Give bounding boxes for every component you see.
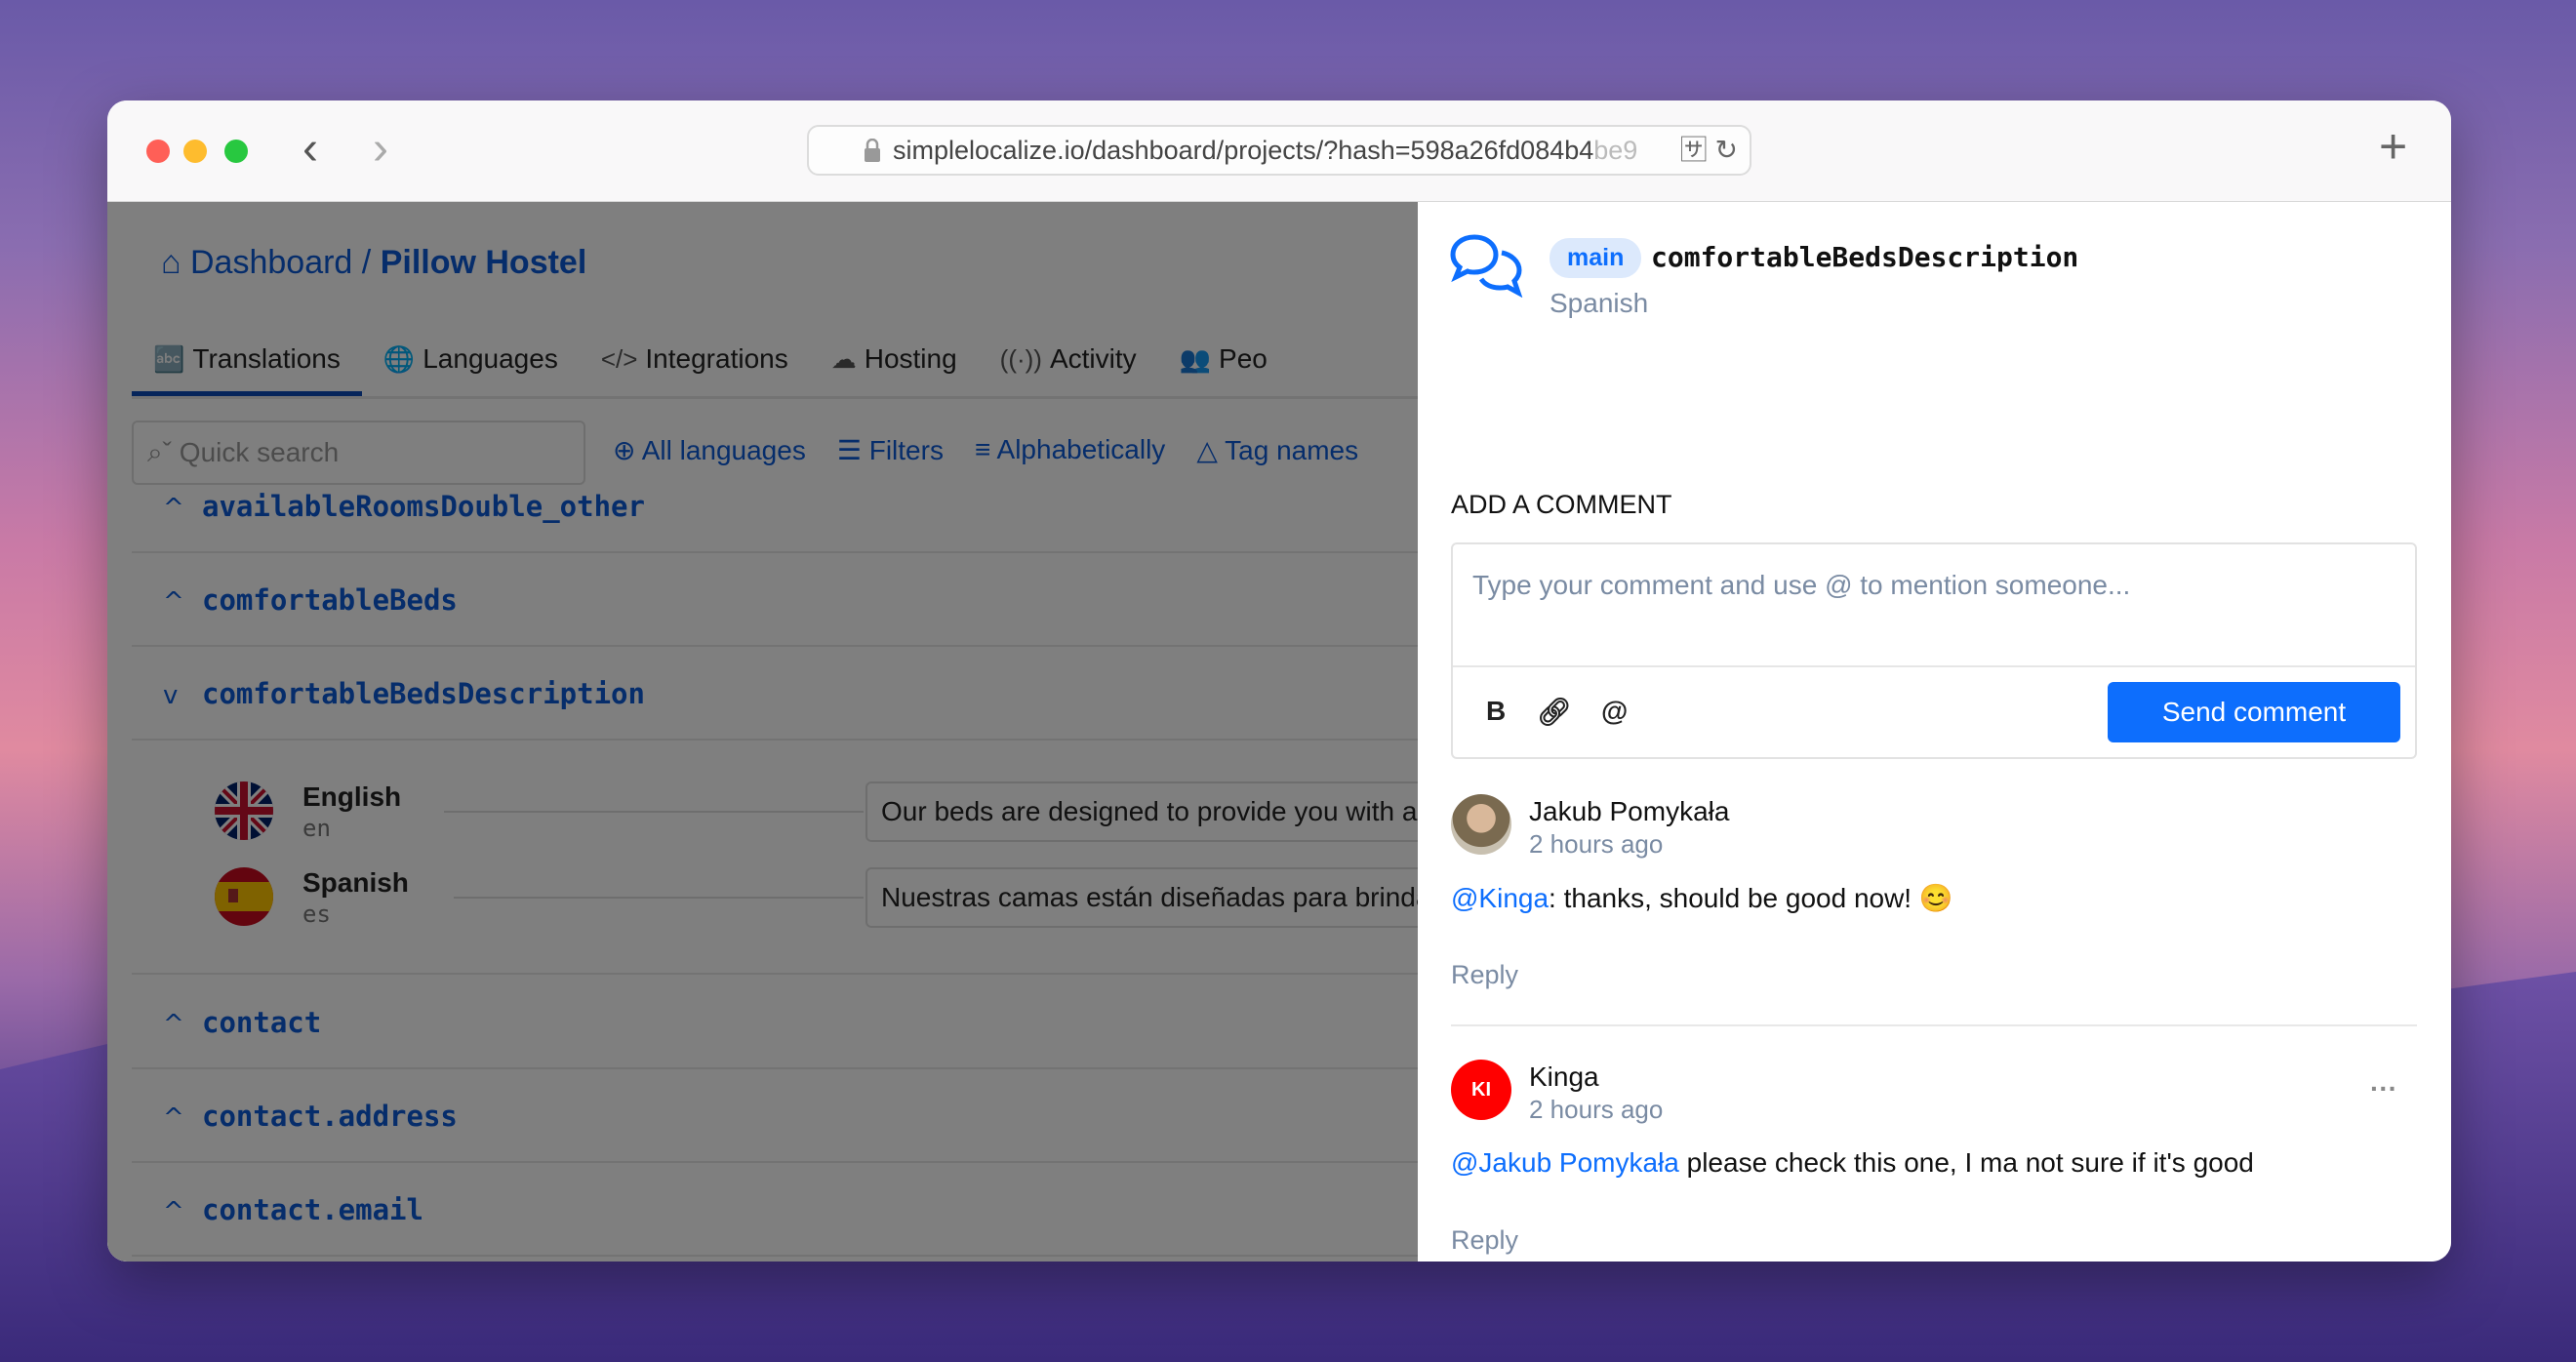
language-subtitle: Spanish: [1550, 288, 1649, 318]
translations-page: ⌂ Dashboard / Pillow Hostel 🔤Translation…: [107, 202, 1418, 1262]
comment-author: Kinga: [1529, 1062, 1599, 1092]
more-options-icon[interactable]: ···: [2370, 1073, 2397, 1104]
close-button[interactable]: [146, 140, 170, 163]
comments-icon: [1450, 234, 1523, 298]
avatar: KI: [1451, 1060, 1511, 1120]
mention-icon[interactable]: @: [1601, 696, 1628, 727]
lock-icon: [865, 139, 880, 162]
address-bar[interactable]: simplelocalize.io/dashboard/projects/?ha…: [807, 125, 1751, 176]
reply-button[interactable]: Reply: [1451, 960, 1518, 990]
reload-icon[interactable]: ↻: [1715, 135, 1738, 165]
avatar: [1451, 794, 1511, 855]
back-button[interactable]: ‹: [302, 122, 318, 176]
send-comment-button[interactable]: Send comment: [2108, 682, 2400, 742]
new-tab-button[interactable]: +: [2379, 118, 2407, 175]
bold-button[interactable]: B: [1486, 696, 1506, 727]
mention-link[interactable]: @Jakub Pomykała: [1451, 1147, 1679, 1178]
translate-icon[interactable]: 🈂: [1680, 135, 1708, 165]
forward-button[interactable]: ›: [373, 122, 388, 176]
url-text: simplelocalize.io/dashboard/projects/?ha…: [893, 136, 1594, 165]
comments-panel: main comfortableBedsDescription Spanish …: [1418, 202, 2451, 1262]
mention-link[interactable]: @Kinga: [1451, 883, 1549, 913]
link-icon[interactable]: 🔗︎: [1537, 696, 1572, 728]
key-title: comfortableBedsDescription: [1651, 241, 2079, 273]
browser-window: ‹ › simplelocalize.io/dashboard/projects…: [107, 100, 2451, 1262]
branch-badge: main: [1550, 238, 1642, 278]
modal-backdrop[interactable]: [107, 202, 1418, 1262]
url-text-fade: be9: [1593, 136, 1638, 165]
minimize-button[interactable]: [183, 140, 207, 163]
title-bar: ‹ › simplelocalize.io/dashboard/projects…: [107, 100, 2451, 202]
comment-time: 2 hours ago: [1529, 1095, 1664, 1124]
comment-input[interactable]: Type your comment and use @ to mention s…: [1472, 570, 2130, 601]
divider: [1453, 665, 2415, 667]
comment-text: @Kinga: thanks, should be good now! 😊: [1451, 882, 1953, 914]
reply-button[interactable]: Reply: [1451, 1225, 1518, 1256]
divider: [1451, 1024, 2417, 1026]
add-comment-heading: ADD A COMMENT: [1451, 490, 1672, 519]
comment-time: 2 hours ago: [1529, 829, 1664, 859]
comment-body: : thanks, should be good now! 😊: [1549, 883, 1953, 913]
comment-text: @Jakub Pomykała please check this one, I…: [1451, 1147, 2254, 1179]
maximize-button[interactable]: [224, 140, 248, 163]
comment-author: Jakub Pomykała: [1529, 796, 1730, 826]
comment-body: please check this one, I ma not sure if …: [1678, 1147, 2254, 1178]
comment-editor: Type your comment and use @ to mention s…: [1451, 542, 2417, 759]
